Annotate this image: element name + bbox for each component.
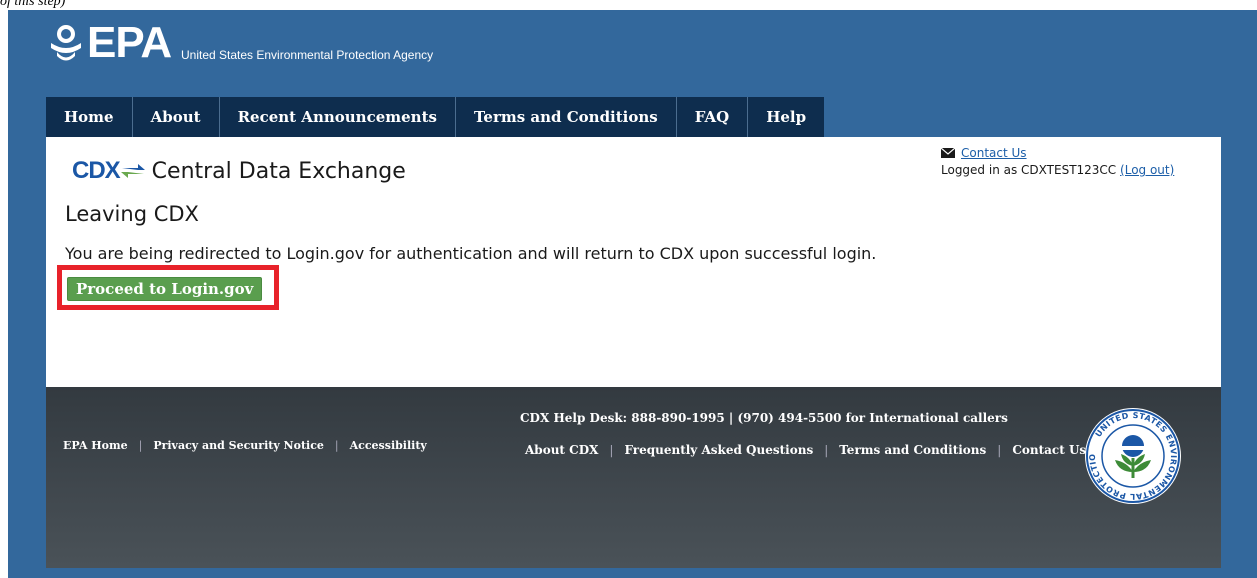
footer-right-links: About CDX | Frequently Asked Questions |… (525, 443, 1086, 457)
footer-separator: | (138, 439, 143, 452)
helpdesk-info: CDX Help Desk: 888-890-1995 | (970) 494-… (520, 411, 1008, 425)
footer-link-terms[interactable]: Terms and Conditions (839, 443, 986, 457)
agency-name: United States Environmental Protection A… (181, 48, 434, 62)
footer-separator: | (609, 443, 614, 457)
footer-link-contact-us[interactable]: Contact Us (1012, 443, 1086, 457)
nav-recent-announcements[interactable]: Recent Announcements (220, 97, 456, 137)
top-caption: of this step) (0, 0, 66, 9)
proceed-to-login-button[interactable]: Proceed to Login.gov (67, 277, 263, 301)
user-info: Contact Us Logged in as CDXTEST123CC (Lo… (941, 146, 1174, 177)
envelope-icon (941, 148, 955, 158)
epa-seal-icon: UNITED STATES ENVIRONMENTAL PROTECTION A… (1083, 406, 1181, 504)
logout-link[interactable]: (Log out) (1120, 163, 1174, 177)
cdx-logo-text: CDX (72, 157, 121, 184)
nav-help[interactable]: Help (748, 97, 824, 137)
logged-in-text: Logged in as CDXTEST123CC (941, 163, 1117, 177)
cdx-logo[interactable]: CDX Central Data Exchange (72, 157, 406, 185)
main-panel: CDX Central Data Exchange Contact Us Log… (46, 137, 1221, 387)
redirect-message: You are being redirected to Login.gov fo… (65, 244, 877, 263)
footer-separator: | (997, 443, 1002, 457)
footer-link-privacy[interactable]: Privacy and Security Notice (153, 439, 324, 452)
footer-link-accessibility[interactable]: Accessibility (350, 439, 427, 452)
page-heading: Leaving CDX (65, 202, 199, 226)
epa-logo-text: EPA (87, 18, 172, 67)
epa-flower-icon (51, 25, 81, 61)
footer-link-epa-home[interactable]: EPA Home (63, 439, 128, 452)
exchange-arrows-icon (120, 164, 145, 178)
contact-line: Contact Us (941, 146, 1174, 160)
footer-link-faq[interactable]: Frequently Asked Questions (624, 443, 813, 457)
logged-in-line: Logged in as CDXTEST123CC (Log out) (941, 163, 1174, 177)
contact-us-link[interactable]: Contact Us (961, 146, 1027, 160)
site-title: Central Data Exchange (151, 158, 406, 184)
nav-faq[interactable]: FAQ (677, 97, 749, 137)
footer-separator: | (824, 443, 829, 457)
nav-home[interactable]: Home (46, 97, 133, 137)
footer-link-about-cdx[interactable]: About CDX (525, 443, 598, 457)
footer-separator: | (334, 439, 339, 452)
nav-terms-and-conditions[interactable]: Terms and Conditions (456, 97, 677, 137)
footer: EPA Home | Privacy and Security Notice |… (46, 387, 1221, 568)
main-nav: Home About Recent Announcements Terms an… (46, 97, 825, 137)
nav-about[interactable]: About (133, 97, 220, 137)
footer-left-links: EPA Home | Privacy and Security Notice |… (63, 439, 427, 452)
